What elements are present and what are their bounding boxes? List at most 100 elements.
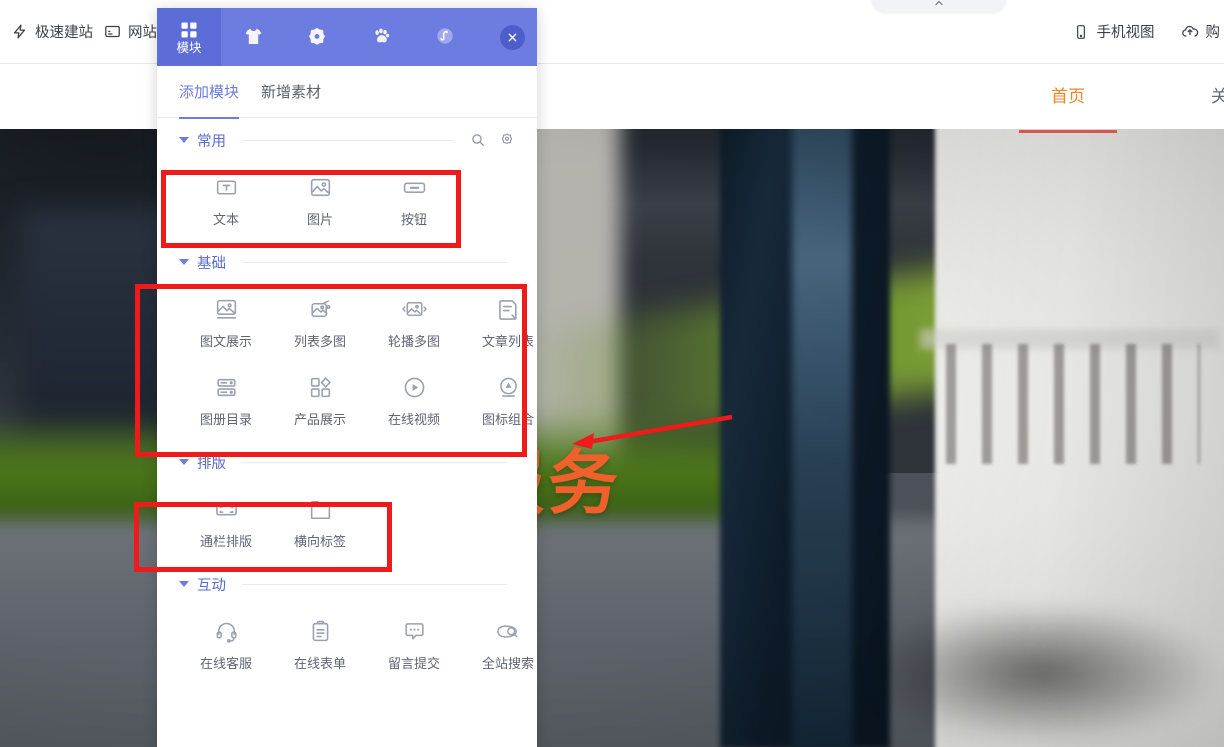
module-item-online-service-label: 在线客服: [199, 656, 252, 671]
tab-add-material-label: 新增素材: [261, 84, 322, 101]
module-item-product-grid-label: 产品展示: [293, 412, 346, 427]
toolbar-item-fast-build[interactable]: 极速建站: [10, 21, 93, 42]
button-icon: [402, 174, 427, 200]
icon-group-icon: [496, 374, 521, 400]
module-item-horizontal-tabs-label: 横向标签: [293, 534, 346, 549]
app-root: 首页 关 极速建站 网站管 手机视图 购 模块 添加模块 新增素材 常用 文本 …: [0, 0, 1224, 747]
flower-gear-icon: [307, 26, 327, 46]
toolbar-item-mobile-view[interactable]: 手机视图: [1072, 21, 1155, 42]
module-item-carousel[interactable]: 轮播多图: [367, 284, 461, 362]
module-panel-body: 常用 文本 图片 按钮 基础 图文展示 列表多图 轮播多图 文章列表 图册目录 …: [157, 118, 537, 747]
cloud-upload-icon: [1181, 23, 1199, 41]
module-item-product-grid[interactable]: 产品展示: [273, 362, 367, 440]
module-item-image[interactable]: 图片: [273, 162, 367, 240]
module-item-image-list[interactable]: 列表多图: [273, 284, 367, 362]
module-item-icon-group[interactable]: 图标组合: [461, 362, 537, 440]
panel-tab-effects[interactable]: [413, 8, 477, 66]
layout-card-icon: [103, 23, 121, 41]
section-divider: [242, 139, 454, 141]
image-icon: [308, 174, 333, 200]
module-grid-basic: 图文展示 列表多图 轮播多图 文章列表 图册目录 产品展示 在线视频 图标组合: [179, 284, 534, 440]
floating-collapse-pill[interactable]: [872, 0, 1006, 12]
chevron-up-icon: [933, 0, 945, 14]
module-item-album-catalog[interactable]: 图册目录: [179, 362, 273, 440]
module-item-image-text[interactable]: 图文展示: [179, 284, 273, 362]
image-list-icon: [308, 296, 333, 322]
tab-add-module[interactable]: 添加模块: [179, 66, 240, 119]
module-item-article-list[interactable]: 文章列表: [461, 284, 537, 362]
search-icon[interactable]: [470, 132, 486, 148]
lightning-icon: [10, 23, 28, 41]
site-nav-link-home[interactable]: 首页: [1019, 82, 1117, 133]
section-header-layout: 排版: [179, 440, 515, 484]
module-grid-layout: 通栏排版 横向标签: [179, 484, 515, 562]
section-title-basic: 基础: [197, 255, 226, 272]
panel-tab-plugins[interactable]: [349, 8, 413, 66]
section-title-common: 常用: [197, 133, 226, 150]
image-carousel-icon: [401, 296, 428, 322]
tshirt-icon: [243, 26, 264, 47]
toolbar-left-group: 极速建站 网站管: [0, 21, 172, 42]
module-item-fullwidth-layout-label: 通栏排版: [199, 534, 252, 549]
site-nav-link-about-label: 关: [1211, 87, 1224, 106]
module-grid-interactive: 在线客服 在线表单 留言提交 全站搜索: [179, 606, 534, 684]
toolbar-right-group: 手机视图 购: [1072, 21, 1224, 42]
module-item-fullwidth-layout[interactable]: 通栏排版: [179, 484, 273, 562]
site-nav-link-about[interactable]: 关: [1207, 82, 1224, 111]
album-catalog-icon: [214, 374, 239, 400]
magic-hook-icon: [435, 26, 455, 46]
module-item-online-video[interactable]: 在线视频: [367, 362, 461, 440]
site-search-icon: [495, 618, 522, 644]
text-box-icon: [214, 174, 239, 200]
section-header-basic: 基础: [179, 240, 515, 284]
clipboard-icon: [308, 618, 333, 644]
close-icon[interactable]: [500, 24, 525, 50]
panel-tab-modules[interactable]: 模块: [157, 8, 221, 66]
module-panel: 模块 添加模块 新增素材 常用 文本 图片 按钮 基础 图文展示 列表多图 轮播…: [157, 8, 537, 747]
tab-add-material[interactable]: 新增素材: [261, 66, 321, 118]
chevron-down-icon[interactable]: [179, 459, 189, 465]
section-title-interactive: 互动: [197, 577, 226, 594]
chevron-down-icon[interactable]: [179, 581, 189, 587]
module-grid-common: 文本 图片 按钮: [179, 162, 515, 240]
section-title-layout: 排版: [197, 455, 226, 472]
module-panel-header: 模块: [157, 8, 537, 66]
module-item-text[interactable]: 文本: [179, 162, 273, 240]
section-header-interactive: 互动: [179, 562, 515, 606]
section-header-common: 常用: [179, 118, 515, 162]
module-item-image-text-label: 图文展示: [199, 334, 252, 349]
module-item-text-label: 文本: [212, 212, 239, 227]
folder-tab-icon: [308, 496, 333, 522]
tab-add-module-label: 添加模块: [179, 84, 240, 101]
toolbar-item-mobile-view-label: 手机视图: [1096, 25, 1155, 41]
module-item-horizontal-tabs[interactable]: 横向标签: [273, 484, 367, 562]
toolbar-item-purchase[interactable]: 购: [1181, 21, 1220, 42]
module-item-album-catalog-label: 图册目录: [199, 412, 252, 427]
play-circle-icon: [402, 374, 427, 400]
panel-tab-theme[interactable]: [221, 8, 285, 66]
module-item-site-search-label: 全站搜索: [481, 656, 534, 671]
module-item-icon-group-label: 图标组合: [481, 412, 534, 427]
module-item-image-list-label: 列表多图: [293, 334, 346, 349]
module-item-online-form[interactable]: 在线表单: [273, 606, 367, 684]
chevron-down-icon[interactable]: [179, 137, 189, 143]
chevron-down-icon[interactable]: [179, 259, 189, 265]
section-actions-common: [470, 132, 515, 148]
module-item-button-label: 按钮: [400, 212, 427, 227]
module-item-online-video-label: 在线视频: [387, 412, 440, 427]
panel-tab-settings[interactable]: [285, 8, 349, 66]
chat-bubble-icon: [402, 618, 427, 644]
toolbar-item-fast-build-label: 极速建站: [35, 25, 93, 41]
paw-print-icon: [371, 26, 392, 47]
gear-icon[interactable]: [499, 132, 515, 148]
site-nav-link-home-label: 首页: [1051, 87, 1085, 106]
module-item-carousel-label: 轮播多图: [387, 334, 440, 349]
module-item-message-submit[interactable]: 留言提交: [367, 606, 461, 684]
headset-icon: [214, 618, 239, 644]
module-item-site-search[interactable]: 全站搜索: [461, 606, 537, 684]
module-item-online-service[interactable]: 在线客服: [179, 606, 273, 684]
image-text-icon: [214, 296, 239, 322]
module-item-button[interactable]: 按钮: [367, 162, 461, 240]
module-item-message-submit-label: 留言提交: [387, 656, 440, 671]
grid-squares-icon: [179, 20, 199, 40]
